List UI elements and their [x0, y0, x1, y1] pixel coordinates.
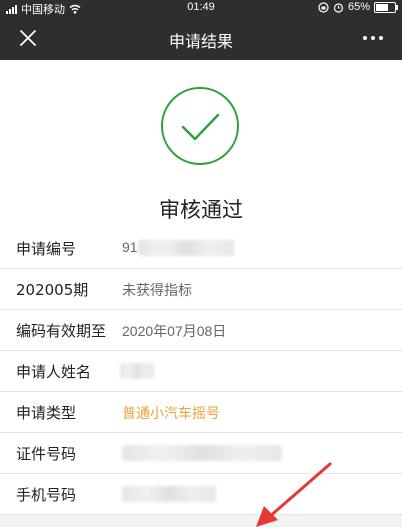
battery-icon	[374, 1, 398, 13]
check-circle-icon	[161, 87, 239, 165]
page-title: 申请结果	[168, 32, 233, 51]
result-status-text: 审核通过	[159, 198, 243, 222]
row-valid-until: 编码有效期至 2020年07月08日	[0, 310, 402, 351]
row-value: 未获得指标	[122, 282, 192, 298]
row-label: 编码有效期至	[16, 322, 107, 340]
redacted-block	[138, 240, 234, 256]
navigation-bar: 申请结果	[0, 16, 402, 60]
row-applicant-name: 申请人姓名	[0, 351, 402, 392]
row-id-number: 证件号码	[0, 433, 402, 474]
row-label: 申请编号	[16, 240, 77, 258]
detail-list: 申请编号 91 202005期 未获得指标 编码有效期至 2020年07月08日…	[0, 228, 402, 515]
more-icon[interactable]	[360, 26, 386, 50]
row-label: 手机号码	[16, 486, 77, 504]
row-value: 91	[122, 239, 138, 255]
result-section: 审核通过	[0, 60, 402, 228]
annotation-arrow-icon	[256, 462, 332, 527]
row-label: 申请人姓名	[16, 363, 92, 381]
row-label: 申请类型	[16, 404, 77, 422]
status-right: 65%	[318, 1, 398, 13]
redacted-block	[122, 445, 282, 461]
row-value: 普通小汽车摇号	[122, 405, 220, 421]
redacted-block	[120, 363, 154, 379]
alarm-icon	[333, 2, 344, 13]
row-label: 证件号码	[16, 445, 77, 463]
rotation-lock-icon	[318, 1, 329, 13]
row-application-number: 申请编号 91	[0, 228, 402, 269]
row-period: 202005期 未获得指标	[0, 269, 402, 310]
row-label: 202005期	[16, 281, 89, 299]
row-phone-number: 手机号码	[0, 474, 402, 515]
battery-percent: 65%	[347, 1, 370, 13]
row-application-type: 申请类型 普通小汽车摇号	[0, 392, 402, 433]
status-bar: 中国移动 01:49 65%	[0, 0, 402, 16]
row-value: 2020年07月08日	[122, 323, 227, 339]
redacted-block	[122, 486, 216, 502]
